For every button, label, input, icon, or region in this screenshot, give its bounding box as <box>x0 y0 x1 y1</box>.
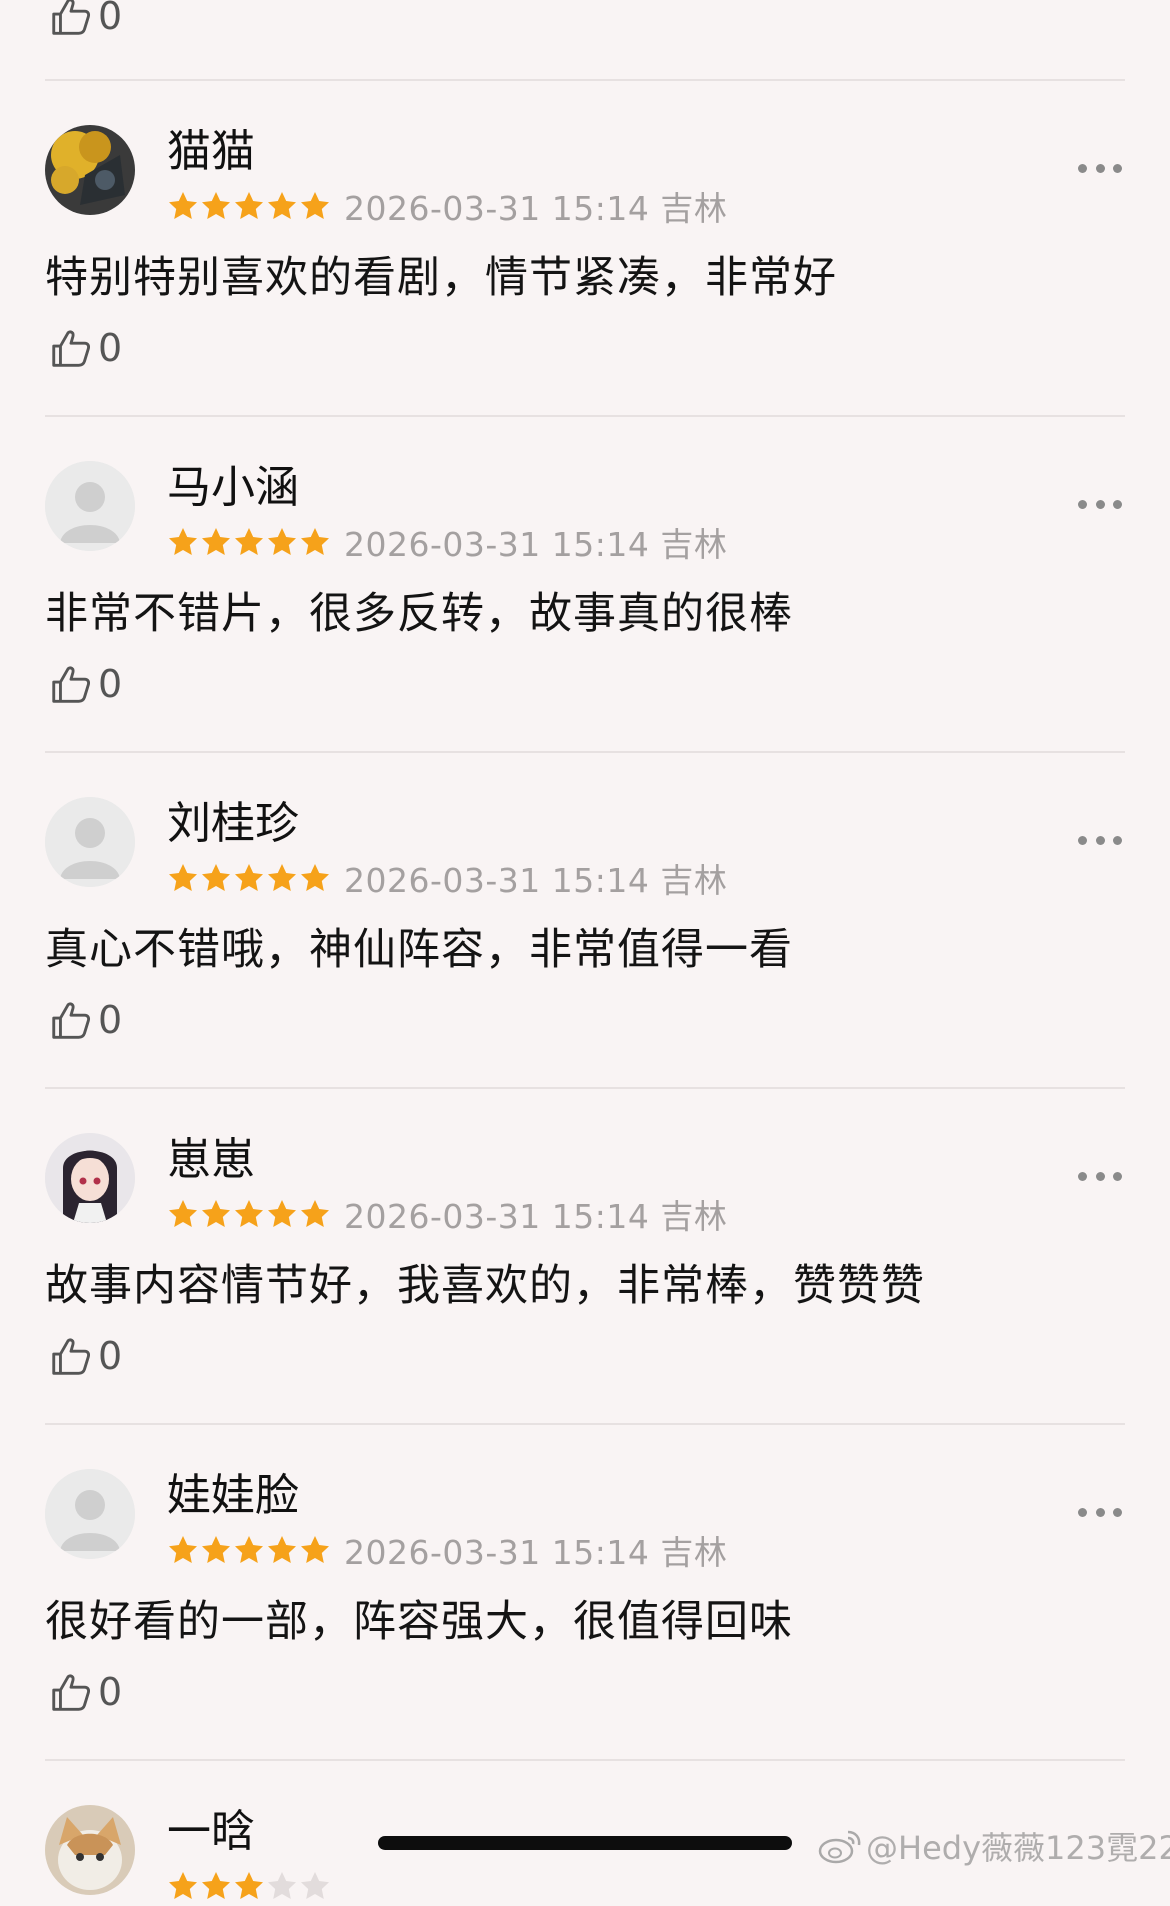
star-icon <box>169 864 197 891</box>
avatar[interactable] <box>45 797 135 887</box>
star-icon <box>235 1536 263 1563</box>
star-icon <box>169 1872 197 1899</box>
like-button[interactable]: 0 <box>48 0 122 42</box>
star-icon <box>235 864 263 891</box>
timestamp-location: 2026-03-31 15:14 吉林 <box>344 861 728 900</box>
thumbs-up-icon <box>52 1002 91 1039</box>
thumbs-up-icon <box>52 1674 91 1711</box>
like-button[interactable]: 0 <box>48 1666 122 1718</box>
avatar[interactable] <box>45 1805 135 1895</box>
home-indicator[interactable] <box>378 1836 792 1850</box>
star-icon <box>301 864 329 891</box>
star-icon <box>202 864 230 891</box>
star-icon <box>202 1536 230 1563</box>
divider <box>45 79 1125 81</box>
thumbs-up-icon <box>52 1338 91 1375</box>
timestamp-location: 2026-03-31 15:14 吉林 <box>344 1533 728 1572</box>
like-count: 0 <box>98 998 123 1042</box>
star-icon <box>268 864 296 891</box>
star-icon <box>235 1200 263 1227</box>
star-icon <box>301 192 329 219</box>
comment-meta: 2026-03-31 15:14 吉林 <box>167 1194 727 1236</box>
more-options-button[interactable] <box>1078 833 1122 847</box>
timestamp-location: 2026-03-31 15:14 吉林 <box>344 1197 728 1236</box>
divider <box>45 1087 1125 1089</box>
avatar[interactable] <box>45 1133 135 1223</box>
rating-stars <box>167 1870 332 1902</box>
like-count: 0 <box>98 662 123 706</box>
more-options-button[interactable] <box>1078 1505 1122 1519</box>
comment-meta: 2026-03-31 15:14 吉林 <box>167 1530 727 1572</box>
star-icon <box>235 1872 263 1899</box>
star-icon <box>202 1200 230 1227</box>
like-count: 0 <box>98 326 123 370</box>
star-icon <box>169 528 197 555</box>
like-button[interactable]: 0 <box>48 658 122 710</box>
star-icon <box>301 1536 329 1563</box>
like-count: 0 <box>98 1670 123 1714</box>
star-icon <box>268 1536 296 1563</box>
like-count: 0 <box>98 1334 123 1378</box>
star-icon <box>235 192 263 219</box>
timestamp-location: 2026-03-31 15:14 吉林 <box>344 525 728 564</box>
like-button[interactable]: 0 <box>48 994 122 1046</box>
comment-meta <box>167 1866 344 1906</box>
star-icon <box>268 1872 296 1899</box>
star-icon <box>202 192 230 219</box>
star-icon <box>169 1200 197 1227</box>
comment-feed: 0 猫猫 2026-03-31 15:14 吉林 特别特别喜欢的看剧，情节紧凑，… <box>0 0 1170 1899</box>
star-icon <box>268 192 296 219</box>
star-icon <box>202 1872 230 1899</box>
star-icon <box>268 528 296 555</box>
star-icon <box>235 528 263 555</box>
thumbs-up-icon <box>52 330 91 367</box>
rating-stars <box>167 1534 332 1566</box>
more-options-button[interactable] <box>1078 1169 1122 1183</box>
comment-text: 很好看的一部，阵容强大，很值得回味 <box>45 1597 793 1647</box>
comment-text: 故事内容情节好，我喜欢的，非常棒，赞赞赞 <box>45 1261 925 1311</box>
avatar[interactable] <box>45 125 135 215</box>
star-icon <box>301 1872 329 1899</box>
watermark-text: @Hedy薇薇123霓22 <box>866 1829 1170 1867</box>
rating-stars <box>167 862 332 894</box>
comment-text: 特别特别喜欢的看剧，情节紧凑，非常好 <box>45 253 837 303</box>
more-options-button[interactable] <box>1078 497 1122 511</box>
star-icon <box>268 1200 296 1227</box>
star-icon <box>169 192 197 219</box>
username[interactable]: 崽崽 <box>167 1134 255 1186</box>
star-icon <box>202 528 230 555</box>
avatar[interactable] <box>45 461 135 551</box>
comment-text: 真心不错哦，神仙阵容，非常值得一看 <box>45 925 793 975</box>
star-icon <box>169 1536 197 1563</box>
weibo-logo-icon <box>818 1830 861 1864</box>
divider <box>45 1423 1125 1425</box>
username[interactable]: 一晗 <box>167 1806 255 1858</box>
username[interactable]: 猫猫 <box>167 126 255 178</box>
star-icon <box>301 528 329 555</box>
thumbs-up-icon <box>52 0 91 35</box>
thumbs-up-icon <box>52 666 91 703</box>
watermark: @Hedy薇薇123霓22 <box>818 1822 1170 1870</box>
username[interactable]: 娃娃脸 <box>167 1470 299 1522</box>
rating-stars <box>167 190 332 222</box>
divider <box>45 1759 1125 1761</box>
divider <box>45 751 1125 753</box>
rating-stars <box>167 526 332 558</box>
comment-meta: 2026-03-31 15:14 吉林 <box>167 522 727 564</box>
divider <box>45 415 1125 417</box>
comment-meta: 2026-03-31 15:14 吉林 <box>167 858 727 900</box>
like-button[interactable]: 0 <box>48 1330 122 1382</box>
more-options-button[interactable] <box>1078 161 1122 175</box>
username[interactable]: 刘桂珍 <box>167 798 299 850</box>
avatar[interactable] <box>45 1469 135 1559</box>
star-icon <box>301 1200 329 1227</box>
rating-stars <box>167 1198 332 1230</box>
comment-text: 非常不错片，很多反转，故事真的很棒 <box>45 589 793 639</box>
like-count: 0 <box>98 0 123 38</box>
username[interactable]: 马小涵 <box>167 462 299 514</box>
like-button[interactable]: 0 <box>48 322 122 374</box>
comment-meta: 2026-03-31 15:14 吉林 <box>167 186 727 228</box>
timestamp-location: 2026-03-31 15:14 吉林 <box>344 189 728 228</box>
